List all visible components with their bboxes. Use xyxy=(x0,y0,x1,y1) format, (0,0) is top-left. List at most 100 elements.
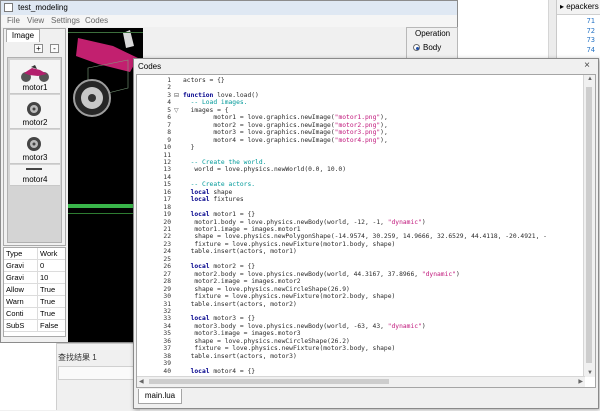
wheel-thumbnail-icon xyxy=(27,102,41,116)
line-number: 40 xyxy=(163,367,171,375)
codes-window-title: Codes xyxy=(138,62,162,71)
property-row[interactable]: Conti True xyxy=(4,308,65,320)
ide-right-editor: ▸ epackers 71 72 73 74 xyxy=(556,0,600,60)
property-row[interactable]: Warn True xyxy=(4,296,65,308)
ide-right-tab[interactable]: ▸ epackers xyxy=(557,0,600,15)
code-token: motor4 = love.graphics.newImage( xyxy=(183,136,335,144)
menu-view[interactable]: View xyxy=(27,16,44,25)
code-line: motor4 = love.graphics.newImage("motor4.… xyxy=(183,136,387,145)
code-token: fixture = love.physics.newFixture(motor3… xyxy=(183,345,396,353)
ide-line-number: 72 xyxy=(586,26,595,35)
fold-toggle-icon[interactable]: ▽ xyxy=(174,107,179,115)
code-editor[interactable]: 1 2 3 ⊟ 4 5 ▽ 6 7 8 9 10 11 12 13 14 15 16 17 18 19 20 21 22 23 2… xyxy=(136,74,596,388)
scene-outline xyxy=(68,32,143,33)
property-value[interactable]: True xyxy=(37,296,67,307)
code-token: table.insert(actors, motor3) xyxy=(183,352,297,360)
image-list-item[interactable]: motor4 xyxy=(10,165,60,186)
code-token: "motor3.png" xyxy=(334,129,381,137)
ide-line-number: 71 xyxy=(586,17,595,25)
code-token: motor2.body = love.physics.newBody(world… xyxy=(183,270,422,278)
property-row[interactable]: Gravi 10 xyxy=(4,272,65,284)
tab-main-lua[interactable]: main.lua xyxy=(138,389,182,404)
bar-thumbnail-icon xyxy=(26,168,42,170)
menu-file[interactable]: File xyxy=(7,16,20,25)
code-token: ), xyxy=(380,114,388,122)
code-line: local fixtures xyxy=(183,196,244,204)
property-row[interactable]: SubS False xyxy=(4,320,65,332)
ide-line-number: 74 xyxy=(586,45,595,54)
codes-window: Codes × 1 2 3 ⊟ 4 5 ▽ 6 7 8 9 10 11 12 13 14 15 16 17 18 19 2… xyxy=(133,58,599,409)
horizontal-scrollbar[interactable]: ◀ ▶ xyxy=(137,376,585,387)
property-value[interactable]: 0 xyxy=(37,260,67,271)
horizontal-scroll-thumb[interactable] xyxy=(149,379,389,384)
code-line: table.insert(actors, motor1) xyxy=(183,248,297,256)
property-value[interactable]: True xyxy=(37,308,67,319)
app-icon xyxy=(4,3,13,12)
scene-canvas[interactable] xyxy=(68,28,143,342)
code-token: motor1.body = love.physics.newBody(world… xyxy=(183,218,388,226)
property-value[interactable]: Work xyxy=(37,248,67,259)
code-token: table.insert(actors, motor2) xyxy=(183,300,297,308)
image-list-item[interactable]: motor2 xyxy=(10,95,60,129)
code-token: fixture = love.physics.newFixture(motor2… xyxy=(183,293,396,301)
code-line: actors = {} xyxy=(183,77,225,85)
menu-codes[interactable]: Codes xyxy=(85,16,108,25)
code-token: "dynamic" xyxy=(387,218,422,226)
code-area[interactable]: actors = {} function love.load() -- Load … xyxy=(183,75,585,377)
scroll-up-icon[interactable]: ▲ xyxy=(587,76,593,82)
code-token: fixture = love.physics.newFixture(motor1… xyxy=(183,240,396,248)
property-value[interactable]: 10 xyxy=(37,272,67,283)
code-token: -- Create actors. xyxy=(183,181,256,189)
code-token: love.load() xyxy=(213,91,259,99)
property-row[interactable]: Allow True xyxy=(4,284,65,296)
code-token: "motor4.png" xyxy=(334,136,381,144)
code-token: local xyxy=(183,263,210,271)
chevron-right-icon: ▸ xyxy=(560,2,565,11)
property-key: Allow xyxy=(6,285,24,294)
property-value[interactable]: True xyxy=(37,284,67,295)
code-token: actors = {} xyxy=(183,77,225,84)
code-token: } xyxy=(183,144,195,152)
code-line: table.insert(actors, motor2) xyxy=(183,301,297,309)
scroll-down-icon[interactable]: ▼ xyxy=(587,370,593,376)
ide-left-panel xyxy=(0,343,57,410)
tab-image[interactable]: Image xyxy=(6,29,40,42)
image-list-item[interactable]: motor1 xyxy=(10,60,60,94)
body-radio[interactable] xyxy=(413,44,420,51)
property-row[interactable]: Gravi 0 xyxy=(4,260,65,272)
code-token: local xyxy=(183,188,210,196)
remove-image-button[interactable]: - xyxy=(50,44,59,53)
code-token: shape = love.physics.newCircleShape(26.2… xyxy=(183,337,350,345)
add-image-button[interactable]: + xyxy=(34,44,43,53)
code-token: local xyxy=(183,315,210,323)
find-results-title: 查找结果 1 xyxy=(58,353,97,362)
property-key: Type xyxy=(6,249,23,258)
code-token: motor1 = love.graphics.newImage( xyxy=(183,114,335,122)
code-token: "dynamic" xyxy=(387,322,422,330)
ide-line-number: 73 xyxy=(586,36,595,44)
code-line: world = love.physics.newWorld(0.0, 10.0) xyxy=(183,166,346,174)
code-token: ) xyxy=(421,322,426,330)
main-window-titlebar[interactable]: test_modeling xyxy=(1,1,457,16)
fold-toggle-icon[interactable]: ⊟ xyxy=(174,92,179,100)
code-token: ), xyxy=(380,129,388,137)
property-key: Warn xyxy=(6,297,24,306)
property-key: SubS xyxy=(6,321,25,330)
find-results-toolbar[interactable] xyxy=(58,366,140,380)
close-icon[interactable]: × xyxy=(584,60,590,71)
image-list-item[interactable]: motor3 xyxy=(10,130,60,164)
code-token: ) xyxy=(455,270,460,278)
vertical-scroll-thumb[interactable] xyxy=(586,87,592,363)
body-radio-label[interactable]: Body xyxy=(423,43,441,52)
scroll-left-icon[interactable]: ◀ xyxy=(139,378,144,385)
property-grid: Type Work Gravi 0 Gravi 10 Allow True Warn Tr… xyxy=(3,247,66,337)
line-number-gutter: 1 2 3 ⊟ 4 5 ▽ 6 7 8 9 10 11 12 13 14 15 16 17 18 19 20 21 22 23 2… xyxy=(137,75,183,377)
menu-settings[interactable]: Settings xyxy=(51,16,80,25)
code-token: shape = love.physics.newCircleShape(26.9… xyxy=(183,285,350,293)
wheel-axle xyxy=(88,94,96,102)
code-token: local xyxy=(183,211,210,219)
vertical-scrollbar[interactable]: ▲ ▼ xyxy=(583,75,595,377)
scroll-right-icon[interactable]: ▶ xyxy=(578,378,583,385)
property-row[interactable]: Type Work xyxy=(4,248,65,260)
property-value[interactable]: False xyxy=(37,320,67,331)
